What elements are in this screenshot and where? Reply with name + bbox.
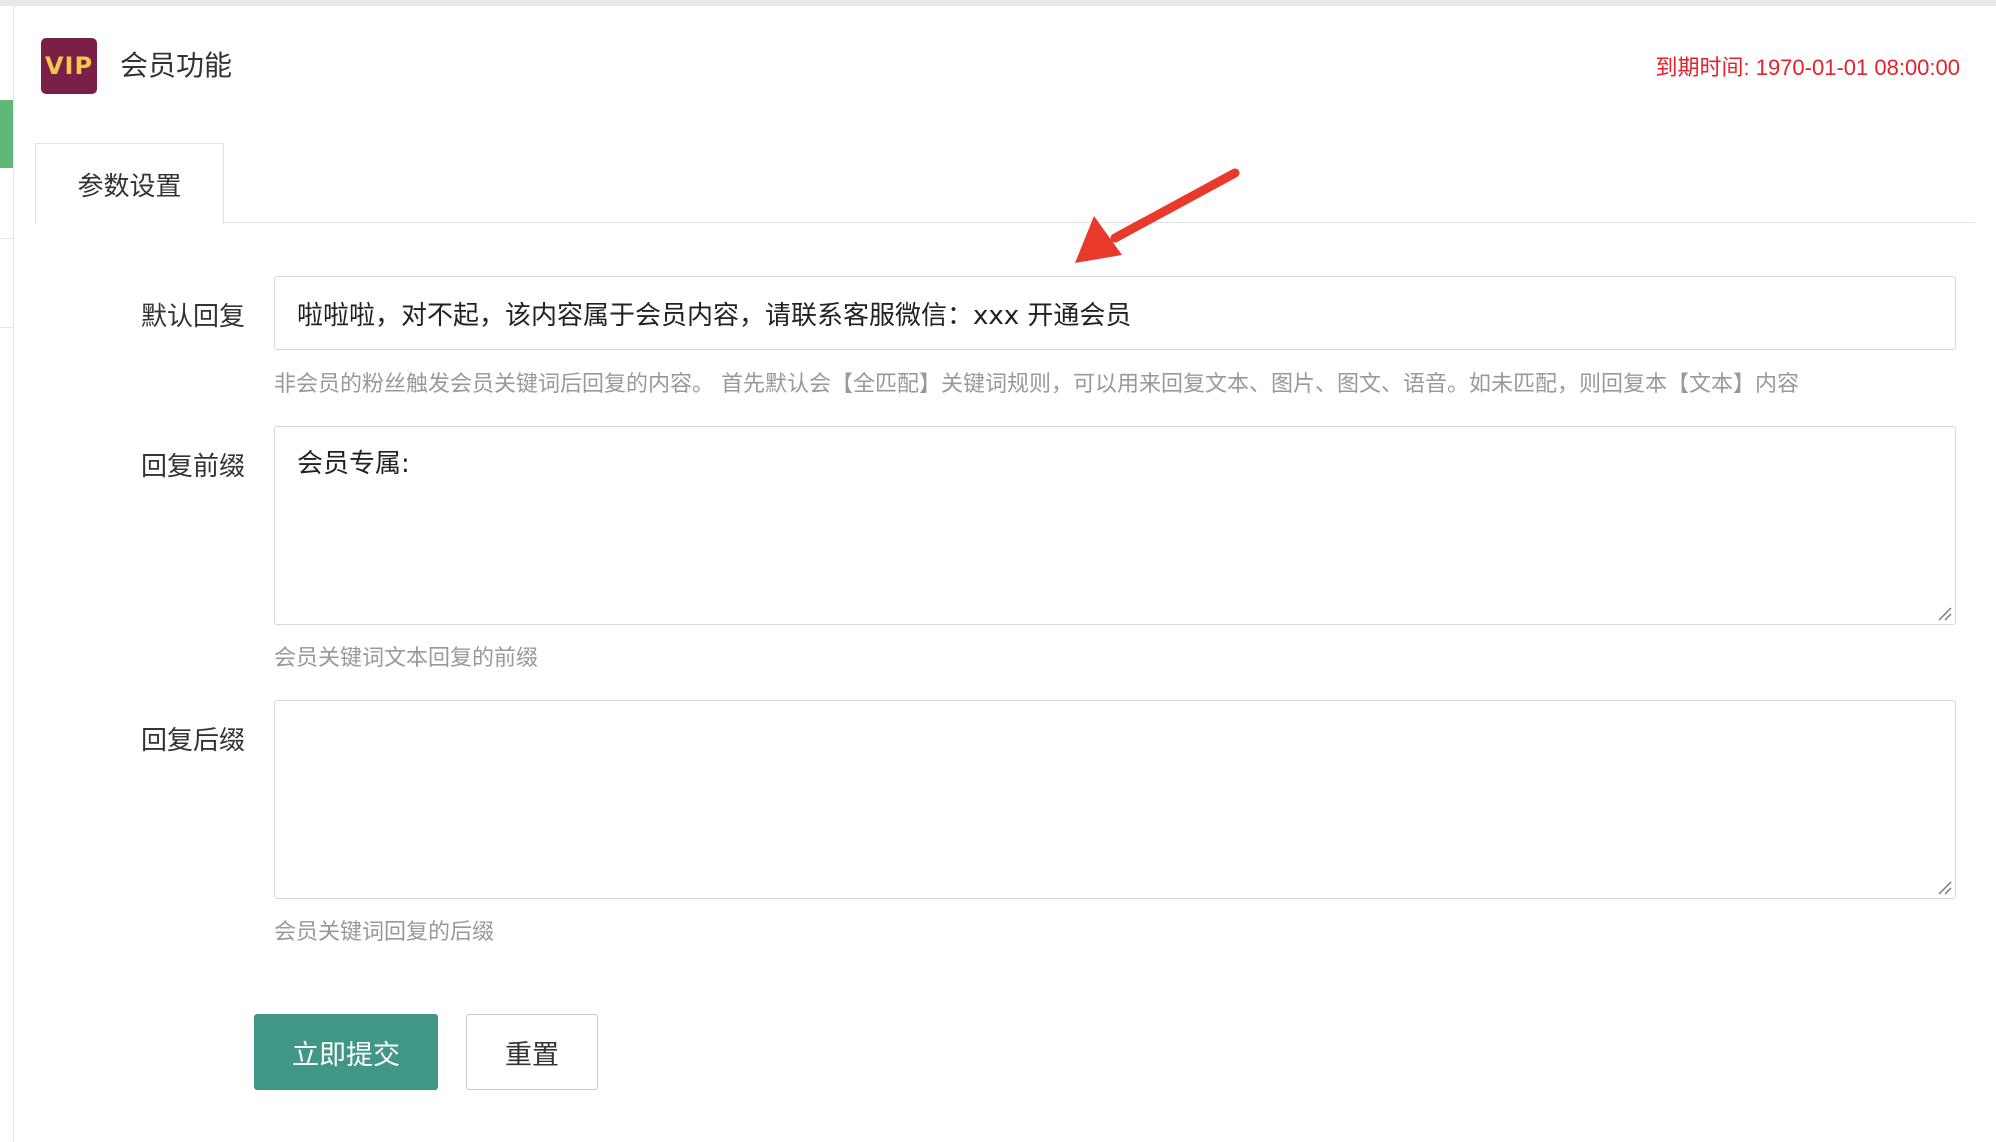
reply-prefix-hint: 会员关键词文本回复的前缀	[274, 646, 539, 671]
expiry-time: 到期时间: 1970-01-01 08:00:00	[1655, 55, 1960, 80]
reply-suffix-label: 回复后缀	[140, 726, 245, 756]
sidebar-edge	[13, 6, 14, 1142]
reply-prefix-textarea[interactable]: 会员专属:	[274, 426, 1956, 625]
vip-logo-text: VIP	[44, 52, 94, 80]
resize-grip-icon[interactable]	[1936, 879, 1952, 895]
reply-prefix-label: 回复前缀	[140, 452, 245, 482]
default-reply-input[interactable]: 啦啦啦，对不起，该内容属于会员内容，请联系客服微信：xxx 开通会员	[274, 276, 1956, 350]
reset-button[interactable]: 重置	[466, 1014, 598, 1090]
default-reply-hint: 非会员的粉丝触发会员关键词后回复的内容。 首先默认会【全匹配】关键词规则，可以用…	[274, 372, 1799, 397]
sidebar-active-indicator[interactable]	[0, 100, 13, 168]
tab-parameter-settings[interactable]: 参数设置	[35, 143, 224, 224]
reply-suffix-hint: 会员关键词回复的后缀	[274, 920, 495, 945]
page: VIP 会员功能 到期时间: 1970-01-01 08:00:00 参数设置 …	[0, 0, 1996, 1142]
default-reply-label: 默认回复	[140, 302, 245, 332]
tab-bar-divider	[35, 222, 1975, 223]
vip-logo-icon: VIP	[41, 38, 97, 94]
submit-button[interactable]: 立即提交	[254, 1014, 438, 1090]
tab-label: 参数设置	[77, 171, 182, 202]
resize-grip-icon[interactable]	[1936, 605, 1952, 621]
default-reply-value: 啦啦啦，对不起，该内容属于会员内容，请联系客服微信：xxx 开通会员	[297, 300, 1132, 331]
top-divider	[0, 0, 1996, 6]
reply-suffix-textarea[interactable]	[274, 700, 1956, 899]
page-title: 会员功能	[120, 49, 233, 82]
reply-prefix-value: 会员专属:	[297, 449, 410, 479]
sidebar-divider	[0, 238, 13, 239]
sidebar-divider	[0, 327, 13, 328]
